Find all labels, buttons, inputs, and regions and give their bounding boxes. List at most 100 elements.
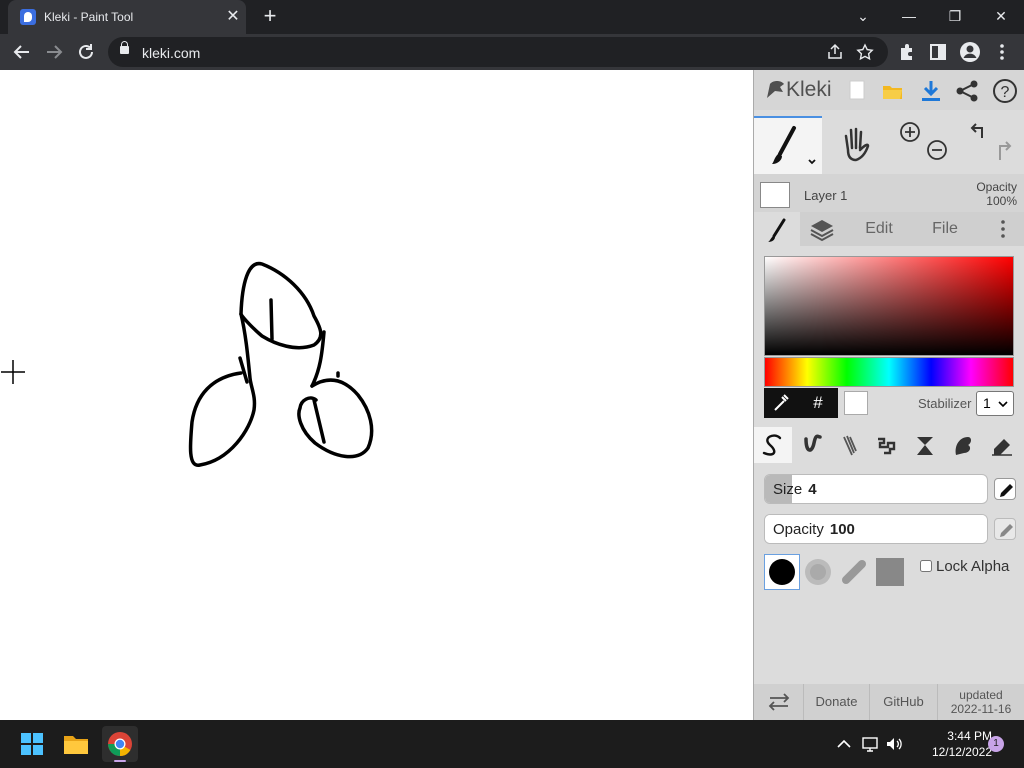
- minimize-button[interactable]: —: [894, 4, 924, 28]
- tab-file[interactable]: File: [914, 212, 976, 246]
- share-icon[interactable]: [954, 78, 980, 104]
- file-explorer-button[interactable]: [58, 726, 94, 762]
- tab-list-button[interactable]: ⌄: [848, 4, 878, 28]
- new-image-icon[interactable]: [844, 78, 870, 104]
- panel-tabs: Edit File: [754, 212, 1024, 246]
- panel-footer: Donate GitHub updated 2022-11-16: [754, 684, 1024, 720]
- opacity-label: Opacity: [773, 521, 824, 538]
- smudge-brush-button[interactable]: [944, 427, 982, 463]
- drawing-canvas[interactable]: [0, 70, 753, 720]
- blend-brush-button[interactable]: [792, 427, 830, 463]
- tip-square[interactable]: [872, 554, 908, 590]
- opacity-slider[interactable]: Opacity 100: [764, 514, 988, 544]
- github-link[interactable]: GitHub: [870, 684, 938, 720]
- tab-edit[interactable]: Edit: [848, 212, 910, 246]
- bookmark-star-icon[interactable]: [856, 43, 874, 61]
- close-window-button[interactable]: ✕: [986, 4, 1016, 28]
- size-slider[interactable]: Size 4: [764, 474, 988, 504]
- round-hard-tip-icon: [769, 559, 795, 585]
- share-icon[interactable]: [826, 43, 844, 61]
- tool-selector: [754, 116, 1024, 174]
- side-panel-icon[interactable]: [926, 40, 950, 64]
- hex-input-button[interactable]: #: [798, 388, 838, 418]
- redo-icon[interactable]: [999, 141, 1012, 160]
- extensions-icon[interactable]: [894, 40, 918, 64]
- brush-tool-button[interactable]: [754, 116, 822, 174]
- tip-round-hard[interactable]: [764, 554, 800, 590]
- show-hidden-icons-button[interactable]: [834, 734, 854, 754]
- pen-pressure-icon: [1000, 524, 1013, 537]
- undo-icon[interactable]: [970, 123, 983, 138]
- zoom-out-icon[interactable]: [927, 140, 947, 160]
- tip-chalk[interactable]: [836, 554, 872, 590]
- size-label: Size: [773, 481, 803, 498]
- canvas-drawing: [188, 261, 374, 467]
- windows-logo-icon: [21, 733, 43, 755]
- layer-name: Layer 1: [804, 188, 848, 203]
- eraser-icon: [992, 439, 1012, 456]
- volume-icon[interactable]: [884, 734, 904, 754]
- help-icon[interactable]: ?: [992, 78, 1018, 104]
- pen-brush-button[interactable]: [754, 427, 792, 463]
- restore-button[interactable]: ❐: [940, 4, 970, 28]
- notification-badge[interactable]: 1: [988, 736, 1004, 752]
- system-clock[interactable]: 3:44 PM 12/12/2022: [912, 728, 992, 760]
- sketchy-brush-button[interactable]: [830, 427, 868, 463]
- reload-button[interactable]: [74, 40, 98, 64]
- app-header: Kleki ?: [754, 70, 1024, 110]
- layer-opacity: Opacity 100%: [976, 180, 1017, 208]
- layer-opacity-label: Opacity: [976, 180, 1017, 194]
- download-icon[interactable]: [918, 78, 944, 104]
- tab-brush[interactable]: [754, 212, 800, 246]
- lock-alpha-checkbox[interactable]: [920, 560, 932, 572]
- layer-row[interactable]: Layer 1 Opacity 100%: [754, 174, 1024, 212]
- brush-tips: [764, 554, 910, 590]
- brush-icon: [772, 126, 816, 165]
- arrow-left-icon: [13, 45, 29, 59]
- opacity-pressure-toggle[interactable]: [994, 518, 1016, 540]
- svg-text:?: ?: [1001, 84, 1010, 101]
- lock-alpha-label: Lock Alpha: [936, 558, 1010, 575]
- zoom-in-icon[interactable]: [900, 122, 920, 142]
- pixel-brush-icon: [878, 437, 896, 455]
- hue-slider[interactable]: [764, 357, 1014, 387]
- eraser-button[interactable]: [982, 427, 1020, 463]
- kleki-favicon-icon: [20, 9, 36, 25]
- browser-menu-icon[interactable]: [990, 40, 1014, 64]
- swap-ui-side-button[interactable]: [754, 684, 804, 720]
- donate-button[interactable]: Donate: [804, 684, 870, 720]
- tab-more[interactable]: [986, 212, 1020, 246]
- swap-arrows-icon: [768, 693, 790, 711]
- tab-title: Kleki - Paint Tool: [44, 10, 134, 24]
- history-tool: [958, 116, 1024, 174]
- secondary-color-swatch[interactable]: [844, 391, 868, 415]
- eyedropper-button[interactable]: [764, 388, 798, 418]
- chevron-down-icon: [998, 401, 1008, 408]
- address-bar[interactable]: kleki.com: [108, 37, 888, 67]
- size-pressure-toggle[interactable]: [994, 478, 1016, 500]
- stabilizer-select[interactable]: 1: [976, 391, 1014, 416]
- stabilizer-label: Stabilizer: [918, 396, 972, 411]
- chevron-up-icon: [837, 739, 851, 748]
- chemy-brush-button[interactable]: [906, 427, 944, 463]
- profile-avatar-icon[interactable]: [958, 40, 982, 64]
- back-button[interactable]: [10, 40, 34, 64]
- forward-button[interactable]: [42, 40, 66, 64]
- browser-tab[interactable]: Kleki - Paint Tool ✕: [8, 0, 246, 34]
- start-button[interactable]: [14, 726, 50, 762]
- lock-alpha[interactable]: Lock Alpha: [920, 558, 1009, 575]
- tip-round-soft[interactable]: [800, 554, 836, 590]
- lock-icon: [120, 41, 129, 54]
- kleki-bird-icon: [767, 81, 784, 98]
- hand-tool-button[interactable]: [822, 116, 890, 174]
- sketchy-brush-icon: [843, 435, 857, 456]
- new-tab-button[interactable]: +: [258, 5, 282, 29]
- tab-close-button[interactable]: ✕: [224, 8, 242, 26]
- chrome-taskbar-button[interactable]: [102, 726, 138, 762]
- color-saturation-picker[interactable]: [764, 256, 1014, 356]
- tab-layers[interactable]: [800, 212, 844, 246]
- pen-brush-icon: [762, 434, 782, 456]
- open-folder-icon[interactable]: [880, 78, 906, 104]
- network-icon[interactable]: [860, 734, 880, 754]
- pixel-brush-button[interactable]: [868, 427, 906, 463]
